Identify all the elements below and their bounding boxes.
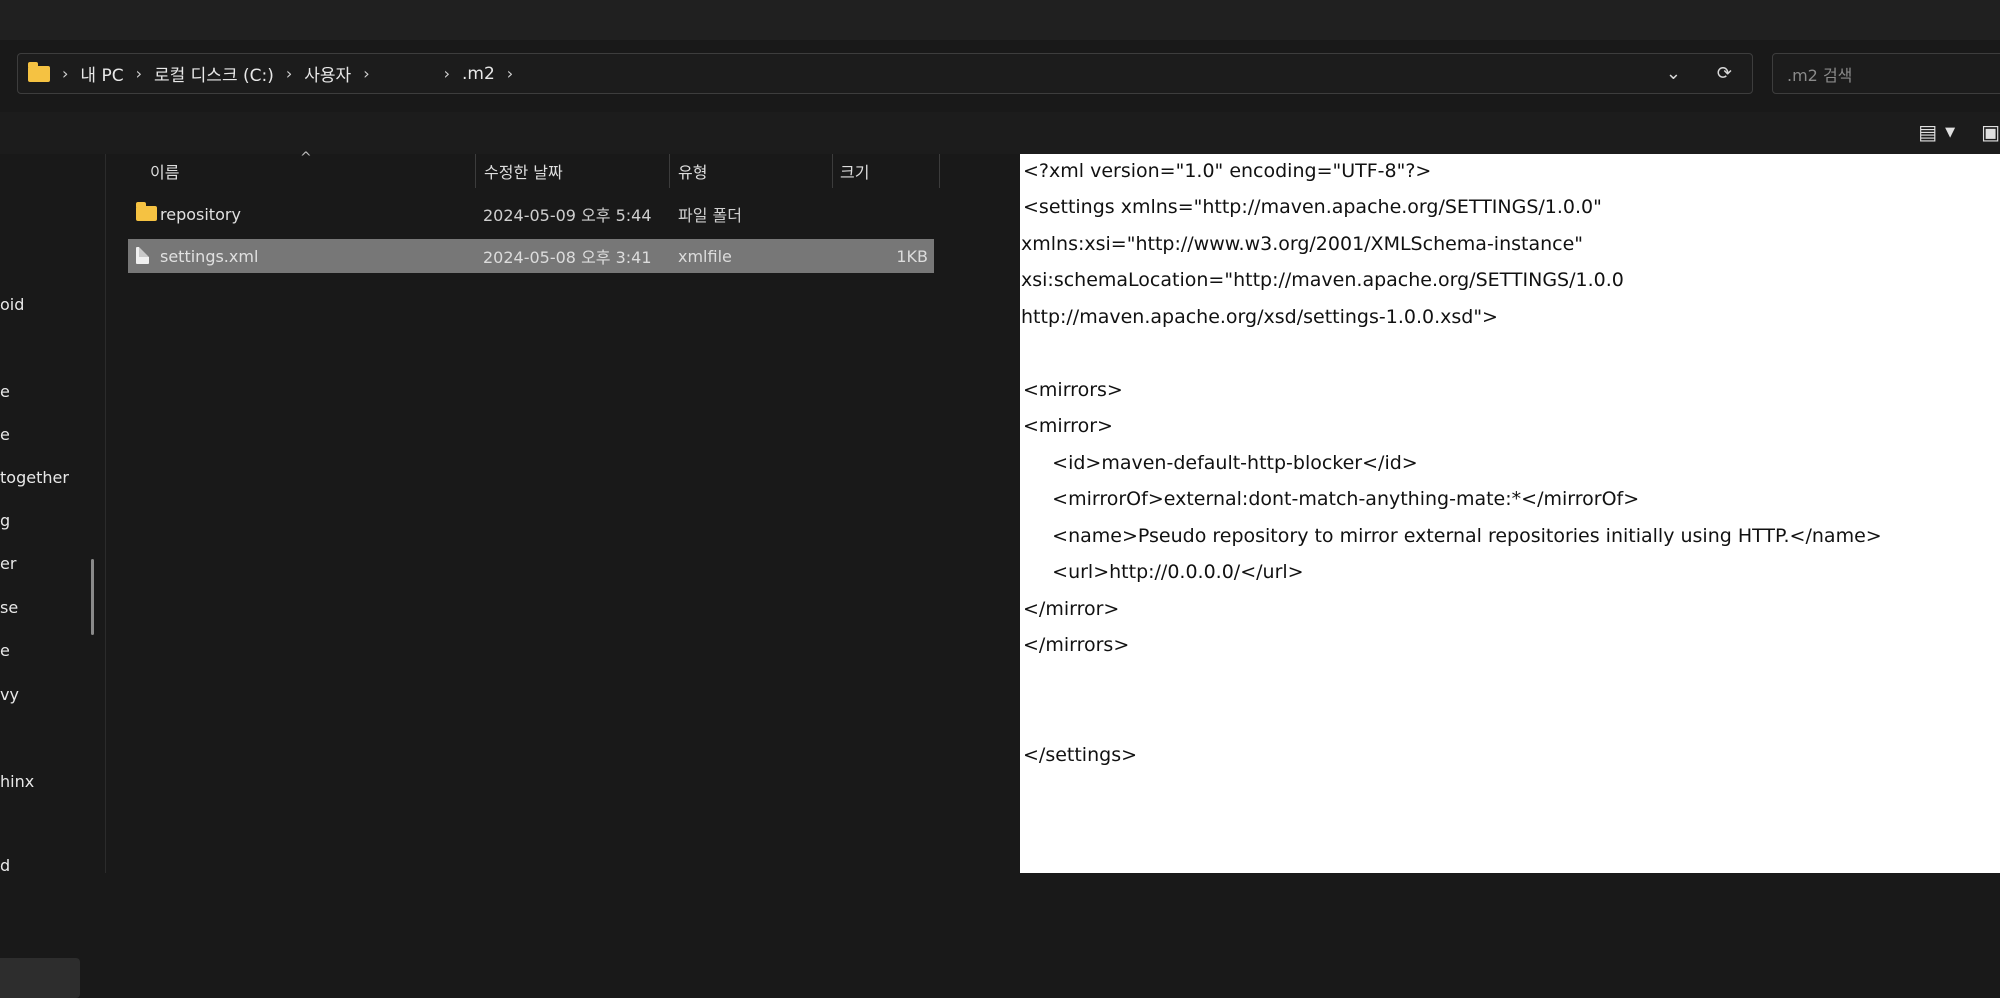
address-bar[interactable]: › 내 PC › 로컬 디스크 (C:) › 사용자 › › .m2 › ⌄ ⟳ (17, 53, 1753, 94)
chevron-down-icon[interactable]: ⌄ (1666, 63, 1681, 84)
chevron-right-icon[interactable]: › (136, 64, 142, 83)
breadcrumb: › 내 PC › 로컬 디스크 (C:) › 사용자 › › .m2 › (18, 61, 525, 86)
preview-line: <url>http://0.0.0.0/</url> (1028, 561, 1304, 583)
preview-line: </mirror> (1023, 598, 1120, 620)
chevron-right-icon[interactable]: › (444, 64, 450, 83)
file-type: xmlfile (678, 246, 732, 266)
preview-line: <mirror> (1023, 415, 1113, 437)
nav-item[interactable]: e (0, 641, 10, 660)
nav-selected-highlight (0, 958, 80, 998)
column-header-size-label: 크기 (840, 163, 870, 182)
chevron-right-icon[interactable]: › (286, 64, 292, 83)
column-divider[interactable] (939, 154, 940, 188)
nav-item[interactable]: e (0, 425, 10, 444)
nav-item[interactable]: d (0, 856, 10, 875)
view-controls: ▤ ▼ ▣ (1918, 120, 2000, 144)
refresh-icon[interactable]: ⟳ (1717, 63, 1732, 84)
command-bar: ▤ ▼ ▣ (0, 112, 2000, 154)
search-input[interactable]: .m2 검색 (1772, 53, 2000, 94)
address-actions: ⌄ ⟳ (1666, 63, 1752, 84)
column-header-size[interactable]: 크기 (840, 154, 940, 188)
search-placeholder: .m2 검색 (1787, 65, 1853, 85)
file-name: settings.xml (160, 246, 259, 266)
preview-line: http://maven.apache.org/xsd/settings-1.0… (1021, 306, 1498, 328)
chevron-right-icon[interactable]: › (363, 64, 369, 83)
preview-line: xsi:schemaLocation="http://maven.apache.… (1021, 269, 1624, 291)
column-header-type-label: 유형 (678, 163, 708, 182)
nav-item[interactable]: er (0, 554, 16, 573)
column-divider[interactable] (832, 154, 833, 188)
chevron-right-icon[interactable]: › (507, 64, 513, 83)
preview-line: <id>maven-default-http-blocker</id> (1028, 452, 1418, 474)
nav-item[interactable]: g (0, 511, 10, 530)
preview-line: </settings> (1023, 744, 1138, 766)
breadcrumb-item-local-disk[interactable]: 로컬 디스크 (C:) (154, 61, 274, 86)
preview-line: <mirrors> (1023, 379, 1123, 401)
preview-line: </mirrors> (1023, 634, 1130, 656)
column-header-name-label: 이름 (150, 163, 180, 182)
file-list: ^ 이름 수정한 날짜 유형 크기 repository 2024-05-09 … (106, 150, 1020, 873)
breadcrumb-item-m2[interactable]: .m2 (462, 64, 495, 84)
table-row[interactable]: repository 2024-05-09 오후 5:44 파일 폴더 (128, 197, 934, 231)
column-header-modified[interactable]: 수정한 날짜 (484, 154, 664, 188)
column-divider[interactable] (475, 154, 476, 188)
nav-item[interactable]: vy (0, 685, 19, 704)
navigation-pane: oid e e together g er se e vy hinx d (0, 154, 106, 998)
preview-line: <settings xmlns="http://maven.apache.org… (1023, 196, 1602, 218)
column-header-type[interactable]: 유형 (678, 154, 828, 188)
folder-icon (28, 61, 50, 82)
nav-item[interactable]: oid (0, 295, 24, 314)
preview-pane-icon[interactable]: ▣ (1981, 120, 2000, 144)
chevron-down-icon[interactable]: ▼ (1945, 125, 1955, 140)
file-icon (136, 247, 149, 264)
file-type: 파일 폴더 (678, 206, 742, 225)
file-size: 1KB (896, 246, 928, 266)
nav-item[interactable]: e (0, 382, 10, 401)
preview-line: xmlns:xsi="http://www.w3.org/2001/XMLSch… (1021, 233, 1584, 255)
details-view-icon[interactable]: ▤ (1918, 120, 1937, 144)
title-bar (0, 0, 2000, 40)
column-header-name[interactable]: 이름 (150, 154, 480, 188)
preview-line: <?xml version="1.0" encoding="UTF-8"?> (1023, 160, 1432, 182)
file-modified: 2024-05-09 오후 5:44 (483, 206, 652, 225)
folder-icon (136, 202, 157, 221)
breadcrumb-item-users[interactable]: 사용자 (304, 61, 351, 86)
nav-item[interactable]: hinx (0, 772, 34, 791)
nav-item[interactable]: together (0, 468, 69, 487)
preview-line: <name>Pseudo repository to mirror extern… (1028, 525, 1882, 547)
column-header-modified-label: 수정한 날짜 (484, 163, 563, 182)
column-divider[interactable] (669, 154, 670, 188)
preview-line: <mirrorOf>external:dont-match-anything-m… (1028, 488, 1640, 510)
table-row-selected[interactable]: settings.xml 2024-05-08 오후 3:41 xmlfile … (128, 239, 934, 273)
breadcrumb-item-pc[interactable]: 내 PC (80, 61, 123, 86)
chevron-right-icon[interactable]: › (62, 64, 68, 83)
nav-item[interactable]: se (0, 598, 18, 617)
preview-pane[interactable]: <?xml version="1.0" encoding="UTF-8"?> <… (1020, 154, 2000, 873)
file-modified: 2024-05-08 오후 3:41 (483, 248, 652, 267)
nav-scrollbar[interactable] (91, 559, 94, 635)
file-name: repository (160, 204, 241, 224)
